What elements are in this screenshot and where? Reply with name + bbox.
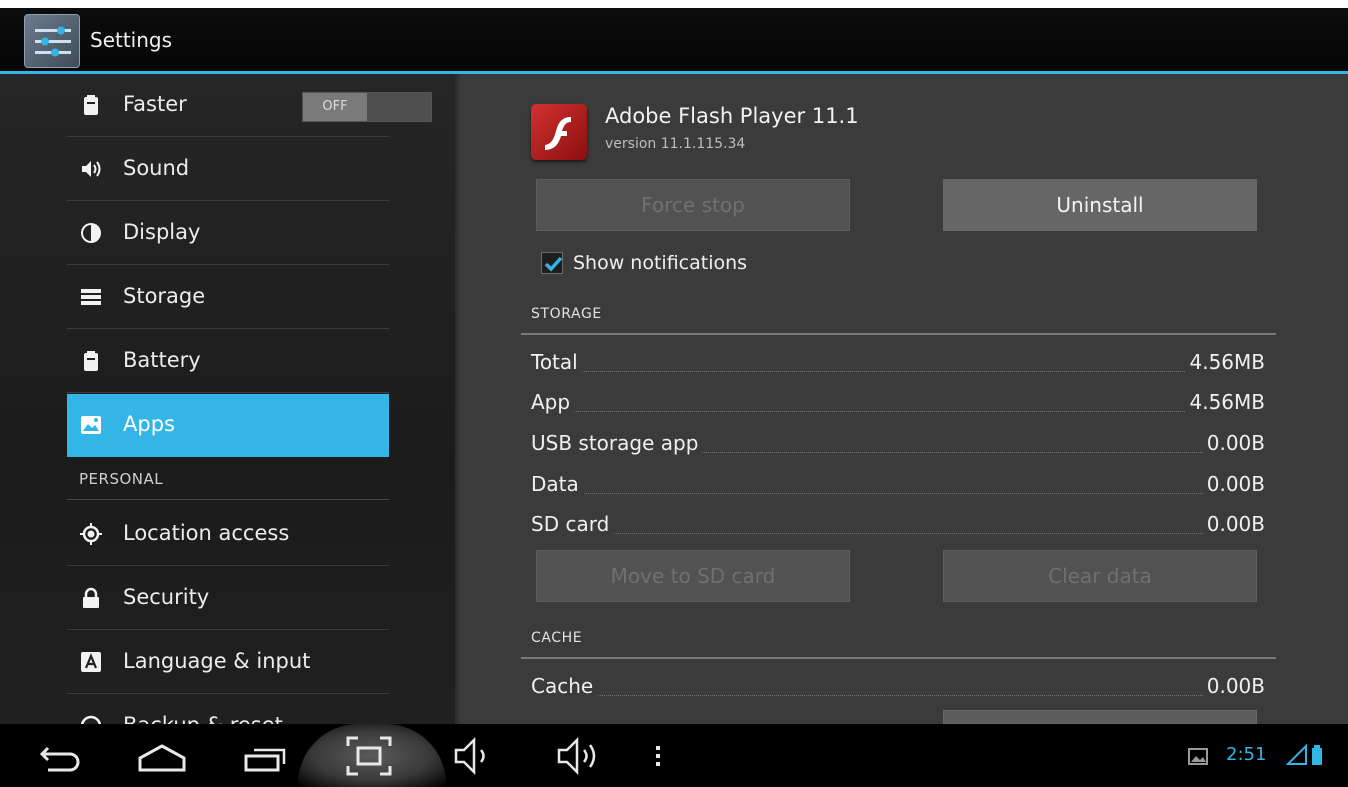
sidebar-item-label: Security	[123, 585, 210, 609]
battery-status-icon	[1310, 732, 1324, 780]
settings-app-icon[interactable]	[24, 14, 80, 68]
status-time: 2:51	[1226, 744, 1267, 765]
sidebar-item-storage[interactable]: Storage	[67, 266, 389, 329]
signal-icon	[1286, 732, 1308, 780]
app-title: Settings	[90, 28, 173, 52]
back-icon[interactable]	[34, 732, 84, 780]
sidebar-item-label: Sound	[123, 156, 190, 180]
screenshot-icon[interactable]	[344, 732, 394, 780]
app-version: version 11.1.115.34	[605, 136, 746, 152]
sidebar-item-label: Battery	[123, 348, 201, 372]
dotted-leader	[531, 493, 1265, 494]
sidebar-item-label: Faster	[123, 92, 187, 116]
backup-icon	[79, 714, 103, 724]
sidebar-item-backup-reset[interactable]: Backup & reset	[67, 695, 389, 724]
battery-icon	[79, 349, 103, 373]
recents-icon[interactable]	[240, 732, 290, 780]
cache-section-header: CACHE	[531, 630, 583, 646]
show-notifications-label: Show notifications	[573, 252, 748, 274]
sidebar-item-language-input[interactable]: Language & input	[67, 631, 389, 694]
sidebar-item-label: Apps	[123, 412, 175, 436]
flash-icon	[531, 104, 587, 160]
move-to-sd-card-button[interactable]: Move to SD card	[536, 550, 850, 602]
speaker-icon	[79, 157, 103, 181]
faster-toggle[interactable]: OFF	[302, 92, 432, 122]
settings-sidebar: Faster OFF Sound Display Storage Battery…	[0, 74, 455, 724]
storage-row-value: 0.00B	[1202, 431, 1265, 455]
storage-row-value: 0.00B	[1202, 512, 1265, 536]
sidebar-item-label: Location access	[123, 521, 290, 545]
cache-row-label: Cache	[531, 674, 598, 698]
storage-row-value: 4.56MB	[1185, 390, 1265, 414]
storage-row-label: USB storage app	[531, 431, 703, 455]
app-name: Adobe Flash Player 11.1	[605, 104, 859, 128]
keyboard-a-icon	[79, 650, 103, 674]
menu-dots-icon[interactable]	[648, 732, 668, 780]
home-icon[interactable]	[134, 732, 190, 780]
padlock-icon	[79, 586, 103, 610]
storage-row-data: Data 0.00B	[531, 472, 1265, 502]
system-nav-bar: 2:51	[0, 724, 1348, 787]
storage-row-label: SD card	[531, 512, 614, 536]
sidebar-item-label: Backup & reset	[123, 713, 283, 724]
pane-shadow	[455, 74, 461, 724]
sidebar-item-label: Storage	[123, 284, 206, 308]
clear-cache-button[interactable]	[943, 710, 1257, 724]
volume-up-icon[interactable]	[553, 732, 609, 780]
dotted-leader	[531, 695, 1265, 696]
sidebar-item-battery[interactable]: Battery	[67, 330, 389, 393]
volume-down-icon[interactable]	[450, 732, 500, 780]
toggle-label: OFF	[322, 99, 348, 114]
cache-row-value: 0.00B	[1202, 674, 1265, 698]
action-bar: Settings	[0, 0, 1348, 78]
toggle-knob: OFF	[303, 93, 367, 121]
sidebar-item-sound[interactable]: Sound	[67, 138, 389, 201]
sidebar-item-faster[interactable]: Faster OFF	[67, 74, 432, 137]
show-notifications-checkbox[interactable]	[541, 252, 563, 274]
cache-row: Cache 0.00B	[531, 674, 1265, 704]
clear-data-button[interactable]: Clear data	[943, 550, 1257, 602]
section-header-personal: PERSONAL	[67, 468, 389, 500]
uninstall-button[interactable]: Uninstall	[943, 179, 1257, 231]
storage-row-label: Data	[531, 472, 583, 496]
location-icon	[79, 522, 103, 546]
section-header-label: PERSONAL	[79, 470, 164, 488]
dotted-leader	[531, 411, 1265, 412]
storage-row-value: 0.00B	[1202, 472, 1265, 496]
storage-row-total: Total 4.56MB	[531, 350, 1265, 380]
lock-icon	[79, 93, 103, 117]
gallery-notification-icon[interactable]	[1186, 732, 1210, 780]
storage-row-value: 4.56MB	[1185, 350, 1265, 374]
top-edge	[0, 0, 1348, 8]
sidebar-item-label: Display	[123, 220, 201, 244]
storage-section-rule	[521, 333, 1276, 335]
sidebar-item-label: Language & input	[123, 649, 311, 673]
sidebar-item-display[interactable]: Display	[67, 202, 389, 265]
sidebar-item-security[interactable]: Security	[67, 567, 389, 630]
storage-icon	[79, 285, 103, 309]
storage-row-label: Total	[531, 350, 582, 374]
brightness-icon	[79, 221, 103, 245]
dotted-leader	[531, 533, 1265, 534]
storage-row-sd-card: SD card 0.00B	[531, 512, 1265, 542]
storage-row-label: App	[531, 390, 575, 414]
sidebar-item-apps[interactable]: Apps	[67, 394, 389, 457]
storage-row-usb-storage-app: USB storage app 0.00B	[531, 431, 1265, 461]
force-stop-button[interactable]: Force stop	[536, 179, 850, 231]
apps-icon	[79, 413, 103, 437]
app-info-pane: Adobe Flash Player 11.1 version 11.1.115…	[455, 74, 1348, 724]
sidebar-item-location-access[interactable]: Location access	[67, 503, 389, 566]
storage-section-header: STORAGE	[531, 306, 602, 322]
dotted-leader	[531, 371, 1265, 372]
storage-row-app: App 4.56MB	[531, 390, 1265, 420]
cache-section-rule	[521, 657, 1276, 659]
